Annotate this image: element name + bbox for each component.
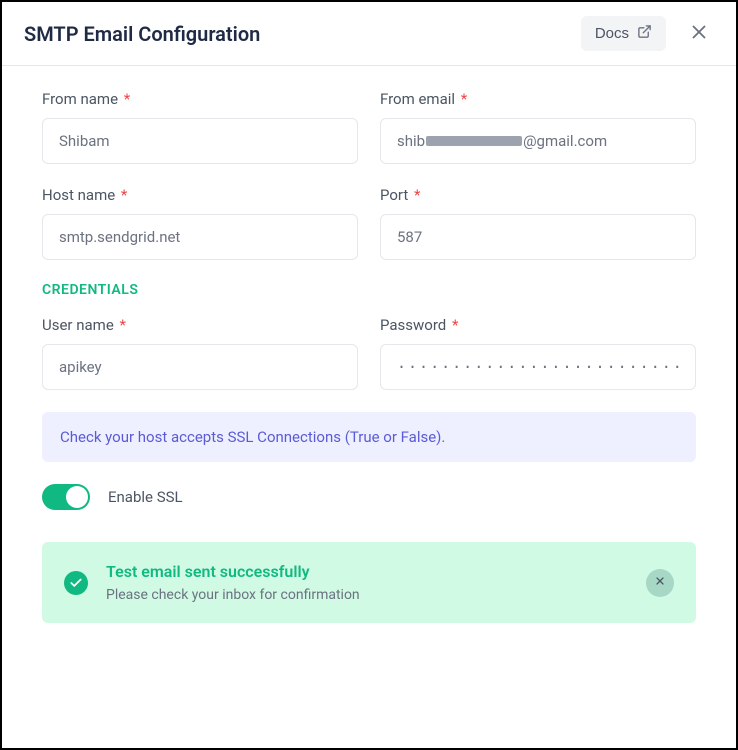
check-circle-icon (64, 571, 88, 595)
close-icon (688, 31, 710, 46)
password-label: Password * (380, 316, 696, 334)
from-email-prefix: shib (397, 132, 425, 150)
ssl-toggle-row: Enable SSL (42, 484, 696, 510)
from-name-input[interactable] (42, 118, 358, 164)
password-input[interactable] (380, 344, 696, 390)
field-user-name: User name * (42, 316, 358, 390)
docs-button-label: Docs (595, 25, 629, 42)
from-email-suffix: @gmail.com (523, 132, 607, 150)
field-password: Password * (380, 316, 696, 390)
form-body: From name * From email * shib@gmail.com … (2, 66, 736, 647)
user-name-input[interactable] (42, 344, 358, 390)
page-title: SMTP Email Configuration (24, 22, 260, 46)
ssl-hint: Check your host accepts SSL Connections … (42, 412, 696, 462)
alert-body: Test email sent successfully Please chec… (106, 562, 628, 603)
enable-ssl-label: Enable SSL (108, 488, 183, 506)
alert-subtitle: Please check your inbox for confirmation (106, 587, 628, 603)
port-input[interactable] (380, 214, 696, 260)
panel-header: SMTP Email Configuration Docs (2, 2, 736, 66)
enable-ssl-toggle[interactable] (42, 484, 90, 510)
host-name-input[interactable] (42, 214, 358, 260)
field-from-name: From name * (42, 90, 358, 164)
success-alert: Test email sent successfully Please chec… (42, 542, 696, 623)
close-button[interactable] (684, 17, 714, 50)
port-label: Port * (380, 186, 696, 204)
field-from-email: From email * shib @gmail.com (380, 90, 696, 164)
redacted-segment (426, 136, 522, 146)
external-link-icon (637, 24, 652, 43)
host-name-label: Host name * (42, 186, 358, 204)
field-port: Port * (380, 186, 696, 260)
docs-button[interactable]: Docs (581, 16, 666, 51)
toggle-knob (66, 486, 88, 508)
header-actions: Docs (581, 16, 714, 51)
field-host-name: Host name * (42, 186, 358, 260)
user-name-label: User name * (42, 316, 358, 334)
from-email-label: From email * (380, 90, 696, 108)
from-email-input[interactable]: shib @gmail.com (380, 118, 696, 164)
from-name-label: From name * (42, 90, 358, 108)
close-icon (654, 575, 666, 590)
alert-title: Test email sent successfully (106, 562, 628, 581)
alert-close-button[interactable] (646, 569, 674, 597)
credentials-heading: CREDENTIALS (42, 282, 696, 298)
